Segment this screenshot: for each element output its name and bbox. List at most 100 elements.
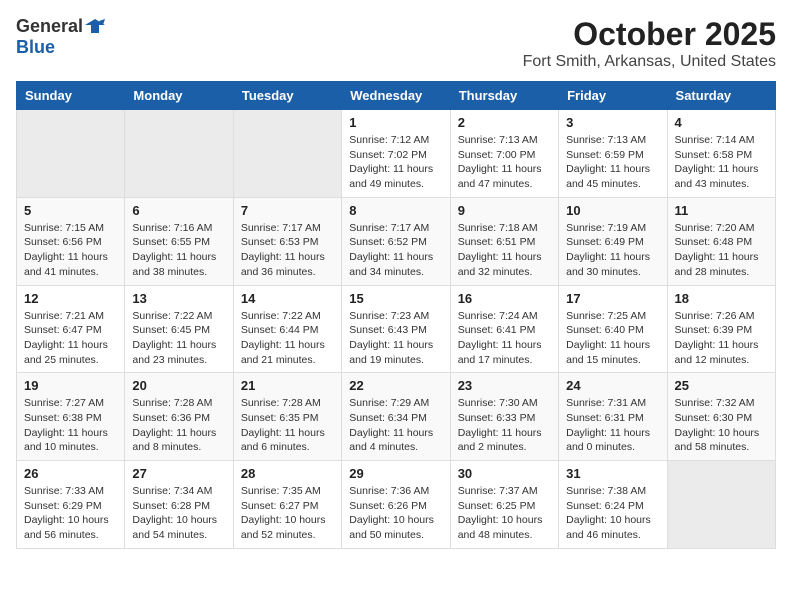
day-info: Sunrise: 7:22 AM Sunset: 6:44 PM Dayligh… xyxy=(241,309,334,368)
day-number: 19 xyxy=(24,378,117,393)
day-info: Sunrise: 7:37 AM Sunset: 6:25 PM Dayligh… xyxy=(458,484,551,543)
table-row: 14 Sunrise: 7:22 AM Sunset: 6:44 PM Dayli… xyxy=(233,285,341,373)
page-header: General Blue October 2025 Fort Smith, Ar… xyxy=(16,16,776,71)
table-row: 23Sunrise: 7:30 AM Sunset: 6:33 PM Dayli… xyxy=(450,373,558,461)
table-row: 6Sunrise: 7:16 AM Sunset: 6:55 PM Daylig… xyxy=(125,197,233,285)
day-info: Sunrise: 7:18 AM Sunset: 6:51 PM Dayligh… xyxy=(458,221,551,280)
table-row: 16Sunrise: 7:24 AM Sunset: 6:41 PM Dayli… xyxy=(450,285,558,373)
table-row: 20 Sunrise: 7:28 AM Sunset: 6:36 PM Dayli… xyxy=(125,373,233,461)
day-number: 28 xyxy=(241,466,334,481)
day-info: Sunrise: 7:33 AM Sunset: 6:29 PM Dayligh… xyxy=(24,484,117,543)
table-row: 5Sunrise: 7:15 AM Sunset: 6:56 PM Daylig… xyxy=(17,197,125,285)
day-info: Sunrise: 7:35 AM Sunset: 6:27 PM Dayligh… xyxy=(241,484,334,543)
day-number: 9 xyxy=(458,203,551,218)
logo-general-text: General xyxy=(16,16,83,37)
calendar-week-row: 12 Sunrise: 7:21 AM Sunset: 6:47 PM Dayli… xyxy=(17,285,776,373)
day-number: 25 xyxy=(675,378,768,393)
table-row: 31 Sunrise: 7:38 AM Sunset: 6:24 PM Dayli… xyxy=(559,461,667,549)
calendar-table: Sunday Monday Tuesday Wednesday Thursday… xyxy=(16,81,776,549)
day-info: Sunrise: 7:36 AM Sunset: 6:26 PM Dayligh… xyxy=(349,484,442,543)
month-title: October 2025 xyxy=(523,16,776,53)
table-row: 8 Sunrise: 7:17 AM Sunset: 6:52 PM Daylig… xyxy=(342,197,450,285)
day-number: 30 xyxy=(458,466,551,481)
day-info: Sunrise: 7:20 AM Sunset: 6:48 PM Dayligh… xyxy=(675,221,768,280)
day-number: 14 xyxy=(241,291,334,306)
day-number: 17 xyxy=(566,291,659,306)
table-row: 13 Sunrise: 7:22 AM Sunset: 6:45 PM Dayli… xyxy=(125,285,233,373)
day-number: 13 xyxy=(132,291,225,306)
day-number: 7 xyxy=(241,203,334,218)
table-row: 9 Sunrise: 7:18 AM Sunset: 6:51 PM Daylig… xyxy=(450,197,558,285)
table-row: 15Sunrise: 7:23 AM Sunset: 6:43 PM Dayli… xyxy=(342,285,450,373)
day-info: Sunrise: 7:12 AM Sunset: 7:02 PM Dayligh… xyxy=(349,133,442,192)
day-number: 27 xyxy=(132,466,225,481)
day-info: Sunrise: 7:16 AM Sunset: 6:55 PM Dayligh… xyxy=(132,221,225,280)
day-number: 2 xyxy=(458,115,551,130)
day-number: 21 xyxy=(241,378,334,393)
day-number: 3 xyxy=(566,115,659,130)
day-number: 18 xyxy=(675,291,768,306)
day-number: 29 xyxy=(349,466,442,481)
day-number: 26 xyxy=(24,466,117,481)
table-row: 30 Sunrise: 7:37 AM Sunset: 6:25 PM Dayli… xyxy=(450,461,558,549)
table-row xyxy=(125,110,233,198)
day-info: Sunrise: 7:14 AM Sunset: 6:58 PM Dayligh… xyxy=(675,133,768,192)
day-info: Sunrise: 7:29 AM Sunset: 6:34 PM Dayligh… xyxy=(349,396,442,455)
calendar-week-row: 1 Sunrise: 7:12 AM Sunset: 7:02 PM Daylig… xyxy=(17,110,776,198)
table-row: 21 Sunrise: 7:28 AM Sunset: 6:35 PM Dayli… xyxy=(233,373,341,461)
table-row: 22 Sunrise: 7:29 AM Sunset: 6:34 PM Dayli… xyxy=(342,373,450,461)
header-monday: Monday xyxy=(125,82,233,110)
header-saturday: Saturday xyxy=(667,82,775,110)
day-number: 5 xyxy=(24,203,117,218)
day-number: 4 xyxy=(675,115,768,130)
day-info: Sunrise: 7:22 AM Sunset: 6:45 PM Dayligh… xyxy=(132,309,225,368)
logo: General Blue xyxy=(16,16,105,58)
day-info: Sunrise: 7:13 AM Sunset: 6:59 PM Dayligh… xyxy=(566,133,659,192)
table-row: 27 Sunrise: 7:34 AM Sunset: 6:28 PM Dayli… xyxy=(125,461,233,549)
table-row xyxy=(17,110,125,198)
weekday-header-row: Sunday Monday Tuesday Wednesday Thursday… xyxy=(17,82,776,110)
day-number: 22 xyxy=(349,378,442,393)
day-info: Sunrise: 7:13 AM Sunset: 7:00 PM Dayligh… xyxy=(458,133,551,192)
calendar-week-row: 5Sunrise: 7:15 AM Sunset: 6:56 PM Daylig… xyxy=(17,197,776,285)
table-row: 11 Sunrise: 7:20 AM Sunset: 6:48 PM Dayli… xyxy=(667,197,775,285)
day-info: Sunrise: 7:26 AM Sunset: 6:39 PM Dayligh… xyxy=(675,309,768,368)
header-thursday: Thursday xyxy=(450,82,558,110)
title-block: October 2025 Fort Smith, Arkansas, Unite… xyxy=(523,16,776,71)
day-info: Sunrise: 7:28 AM Sunset: 6:36 PM Dayligh… xyxy=(132,396,225,455)
day-number: 10 xyxy=(566,203,659,218)
day-info: Sunrise: 7:17 AM Sunset: 6:52 PM Dayligh… xyxy=(349,221,442,280)
table-row: 26 Sunrise: 7:33 AM Sunset: 6:29 PM Dayli… xyxy=(17,461,125,549)
day-info: Sunrise: 7:27 AM Sunset: 6:38 PM Dayligh… xyxy=(24,396,117,455)
day-number: 1 xyxy=(349,115,442,130)
day-info: Sunrise: 7:31 AM Sunset: 6:31 PM Dayligh… xyxy=(566,396,659,455)
table-row: 2 Sunrise: 7:13 AM Sunset: 7:00 PM Daylig… xyxy=(450,110,558,198)
day-number: 24 xyxy=(566,378,659,393)
day-info: Sunrise: 7:38 AM Sunset: 6:24 PM Dayligh… xyxy=(566,484,659,543)
header-sunday: Sunday xyxy=(17,82,125,110)
day-info: Sunrise: 7:21 AM Sunset: 6:47 PM Dayligh… xyxy=(24,309,117,368)
table-row: 28 Sunrise: 7:35 AM Sunset: 6:27 PM Dayli… xyxy=(233,461,341,549)
day-info: Sunrise: 7:17 AM Sunset: 6:53 PM Dayligh… xyxy=(241,221,334,280)
day-info: Sunrise: 7:30 AM Sunset: 6:33 PM Dayligh… xyxy=(458,396,551,455)
day-info: Sunrise: 7:34 AM Sunset: 6:28 PM Dayligh… xyxy=(132,484,225,543)
logo-blue-text: Blue xyxy=(16,37,55,57)
header-wednesday: Wednesday xyxy=(342,82,450,110)
table-row: 7 Sunrise: 7:17 AM Sunset: 6:53 PM Daylig… xyxy=(233,197,341,285)
day-number: 15 xyxy=(349,291,442,306)
table-row: 18 Sunrise: 7:26 AM Sunset: 6:39 PM Dayli… xyxy=(667,285,775,373)
calendar-week-row: 26 Sunrise: 7:33 AM Sunset: 6:29 PM Dayli… xyxy=(17,461,776,549)
table-row: 12 Sunrise: 7:21 AM Sunset: 6:47 PM Dayli… xyxy=(17,285,125,373)
day-info: Sunrise: 7:28 AM Sunset: 6:35 PM Dayligh… xyxy=(241,396,334,455)
day-number: 8 xyxy=(349,203,442,218)
day-number: 20 xyxy=(132,378,225,393)
day-number: 12 xyxy=(24,291,117,306)
table-row: 24 Sunrise: 7:31 AM Sunset: 6:31 PM Dayli… xyxy=(559,373,667,461)
table-row: 19 Sunrise: 7:27 AM Sunset: 6:38 PM Dayli… xyxy=(17,373,125,461)
table-row: 17Sunrise: 7:25 AM Sunset: 6:40 PM Dayli… xyxy=(559,285,667,373)
calendar-week-row: 19 Sunrise: 7:27 AM Sunset: 6:38 PM Dayli… xyxy=(17,373,776,461)
table-row: 1 Sunrise: 7:12 AM Sunset: 7:02 PM Daylig… xyxy=(342,110,450,198)
day-number: 31 xyxy=(566,466,659,481)
day-number: 11 xyxy=(675,203,768,218)
header-friday: Friday xyxy=(559,82,667,110)
